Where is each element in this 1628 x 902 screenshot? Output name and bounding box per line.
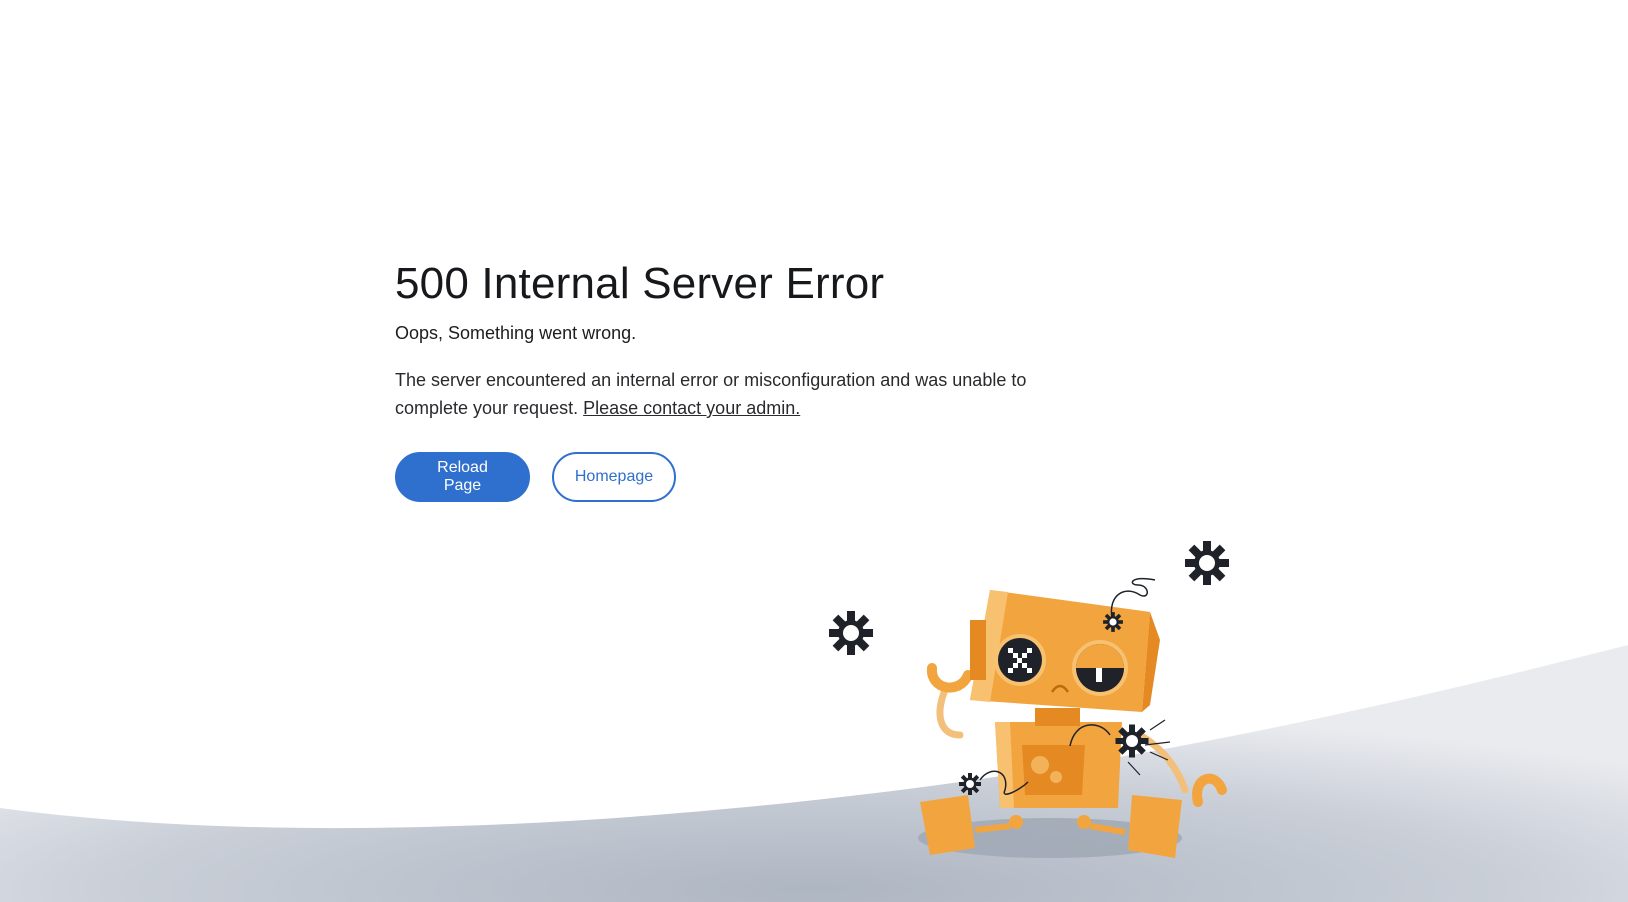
reload-page-button[interactable]: Reload Page: [395, 452, 530, 502]
error-message: The server encountered an internal error…: [395, 366, 1055, 422]
action-buttons: Reload Page Homepage: [395, 452, 1075, 502]
homepage-button[interactable]: Homepage: [552, 452, 676, 502]
contact-admin-link[interactable]: Please contact your admin.: [583, 398, 800, 418]
error-page: 500 Internal Server Error Oops, Somethin…: [0, 0, 1628, 902]
page-title: 500 Internal Server Error: [395, 259, 885, 308]
error-subtitle: Oops, Something went wrong.: [395, 323, 637, 343]
error-content: 500 Internal Server Error Oops, Somethin…: [395, 256, 1075, 502]
